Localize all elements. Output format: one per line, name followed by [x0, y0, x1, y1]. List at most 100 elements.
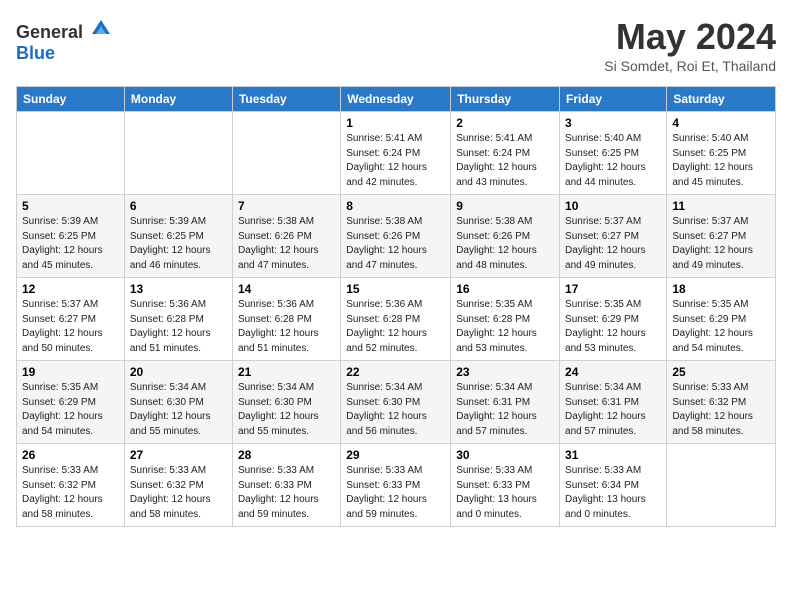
day-number: 23 — [456, 365, 554, 379]
day-number: 16 — [456, 282, 554, 296]
title-block: May 2024 Si Somdet, Roi Et, Thailand — [604, 16, 776, 74]
day-number: 20 — [130, 365, 227, 379]
calendar-cell: 27 Sunrise: 5:33 AM Sunset: 6:32 PM Dayli… — [124, 444, 232, 527]
day-number: 7 — [238, 199, 335, 213]
day-info: Sunrise: 5:34 AM Sunset: 6:30 PM Dayligh… — [130, 381, 227, 439]
weekday-header: Tuesday — [232, 87, 340, 112]
day-number: 27 — [130, 448, 227, 462]
calendar-cell: 18Sunrise: 5:35 AM Sunset: 6:29 PM Dayli… — [667, 278, 776, 361]
logo: General Blue — [16, 16, 112, 64]
day-info: Sunrise: 5:38 AM Sunset: 6:26 PM Dayligh… — [456, 215, 554, 273]
day-info: Sunrise: 5:33 AM Sunset: 6:33 PM Dayligh… — [238, 464, 335, 522]
day-info: Sunrise: 5:37 AM Sunset: 6:27 PM Dayligh… — [565, 215, 661, 273]
day-number: 5 — [22, 199, 119, 213]
logo-general: General — [16, 22, 83, 42]
day-number: 21 — [238, 365, 335, 379]
day-info: Sunrise: 5:34 AM Sunset: 6:30 PM Dayligh… — [346, 381, 445, 439]
calendar-week-row: 5 Sunrise: 5:39 AM Sunset: 6:25 PM Daylig… — [17, 195, 776, 278]
day-number: 10 — [565, 199, 661, 213]
day-number: 4 — [672, 116, 770, 130]
day-number: 25 — [672, 365, 770, 379]
day-number: 17 — [565, 282, 661, 296]
calendar-cell — [17, 112, 125, 195]
day-info: Sunrise: 5:35 AM Sunset: 6:29 PM Dayligh… — [672, 298, 770, 356]
calendar-table: SundayMondayTuesdayWednesdayThursdayFrid… — [16, 86, 776, 527]
logo-icon — [90, 16, 112, 38]
day-number: 13 — [130, 282, 227, 296]
weekday-header: Sunday — [17, 87, 125, 112]
calendar-cell — [124, 112, 232, 195]
day-info: Sunrise: 5:36 AM Sunset: 6:28 PM Dayligh… — [346, 298, 445, 356]
day-info: Sunrise: 5:33 AM Sunset: 6:32 PM Dayligh… — [130, 464, 227, 522]
calendar-cell: 28 Sunrise: 5:33 AM Sunset: 6:33 PM Dayli… — [232, 444, 340, 527]
calendar-cell: 22 Sunrise: 5:34 AM Sunset: 6:30 PM Dayli… — [341, 361, 451, 444]
month-title: May 2024 — [604, 16, 776, 58]
day-number: 6 — [130, 199, 227, 213]
day-info: Sunrise: 5:40 AM Sunset: 6:25 PM Dayligh… — [565, 132, 661, 190]
day-info: Sunrise: 5:37 AM Sunset: 6:27 PM Dayligh… — [672, 215, 770, 273]
day-info: Sunrise: 5:41 AM Sunset: 6:24 PM Dayligh… — [456, 132, 554, 190]
weekday-header: Wednesday — [341, 87, 451, 112]
day-number: 28 — [238, 448, 335, 462]
day-number: 31 — [565, 448, 661, 462]
weekday-header: Thursday — [451, 87, 560, 112]
calendar-week-row: 19Sunrise: 5:35 AM Sunset: 6:29 PM Dayli… — [17, 361, 776, 444]
day-info: Sunrise: 5:33 AM Sunset: 6:32 PM Dayligh… — [672, 381, 770, 439]
day-number: 22 — [346, 365, 445, 379]
logo-blue: Blue — [16, 43, 55, 63]
day-info: Sunrise: 5:33 AM Sunset: 6:33 PM Dayligh… — [346, 464, 445, 522]
day-info: Sunrise: 5:35 AM Sunset: 6:29 PM Dayligh… — [22, 381, 119, 439]
day-number: 12 — [22, 282, 119, 296]
calendar-cell: 9 Sunrise: 5:38 AM Sunset: 6:26 PM Daylig… — [451, 195, 560, 278]
day-info: Sunrise: 5:34 AM Sunset: 6:31 PM Dayligh… — [456, 381, 554, 439]
day-number: 2 — [456, 116, 554, 130]
day-number: 1 — [346, 116, 445, 130]
day-info: Sunrise: 5:38 AM Sunset: 6:26 PM Dayligh… — [238, 215, 335, 273]
day-info: Sunrise: 5:39 AM Sunset: 6:25 PM Dayligh… — [130, 215, 227, 273]
calendar-cell: 8Sunrise: 5:38 AM Sunset: 6:26 PM Daylig… — [341, 195, 451, 278]
calendar-cell: 4 Sunrise: 5:40 AM Sunset: 6:25 PM Daylig… — [667, 112, 776, 195]
day-info: Sunrise: 5:35 AM Sunset: 6:28 PM Dayligh… — [456, 298, 554, 356]
day-info: Sunrise: 5:36 AM Sunset: 6:28 PM Dayligh… — [130, 298, 227, 356]
calendar-cell: 26 Sunrise: 5:33 AM Sunset: 6:32 PM Dayli… — [17, 444, 125, 527]
calendar-cell: 3 Sunrise: 5:40 AM Sunset: 6:25 PM Daylig… — [560, 112, 667, 195]
day-number: 24 — [565, 365, 661, 379]
day-number: 3 — [565, 116, 661, 130]
day-number: 9 — [456, 199, 554, 213]
calendar-cell — [232, 112, 340, 195]
calendar-cell: 21 Sunrise: 5:34 AM Sunset: 6:30 PM Dayli… — [232, 361, 340, 444]
calendar-cell: 23 Sunrise: 5:34 AM Sunset: 6:31 PM Dayli… — [451, 361, 560, 444]
day-info: Sunrise: 5:41 AM Sunset: 6:24 PM Dayligh… — [346, 132, 445, 190]
calendar-cell: 30Sunrise: 5:33 AM Sunset: 6:33 PM Dayli… — [451, 444, 560, 527]
calendar-cell: 25 Sunrise: 5:33 AM Sunset: 6:32 PM Dayli… — [667, 361, 776, 444]
calendar-cell: 10 Sunrise: 5:37 AM Sunset: 6:27 PM Dayli… — [560, 195, 667, 278]
calendar-week-row: 1 Sunrise: 5:41 AM Sunset: 6:24 PM Daylig… — [17, 112, 776, 195]
weekday-header-row: SundayMondayTuesdayWednesdayThursdayFrid… — [17, 87, 776, 112]
day-info: Sunrise: 5:39 AM Sunset: 6:25 PM Dayligh… — [22, 215, 119, 273]
day-info: Sunrise: 5:33 AM Sunset: 6:34 PM Dayligh… — [565, 464, 661, 522]
calendar-cell — [667, 444, 776, 527]
day-number: 26 — [22, 448, 119, 462]
day-number: 8 — [346, 199, 445, 213]
calendar-cell: 19Sunrise: 5:35 AM Sunset: 6:29 PM Dayli… — [17, 361, 125, 444]
day-info: Sunrise: 5:40 AM Sunset: 6:25 PM Dayligh… — [672, 132, 770, 190]
day-info: Sunrise: 5:36 AM Sunset: 6:28 PM Dayligh… — [238, 298, 335, 356]
day-info: Sunrise: 5:34 AM Sunset: 6:31 PM Dayligh… — [565, 381, 661, 439]
calendar-cell: 24 Sunrise: 5:34 AM Sunset: 6:31 PM Dayli… — [560, 361, 667, 444]
calendar-cell: 14Sunrise: 5:36 AM Sunset: 6:28 PM Dayli… — [232, 278, 340, 361]
calendar-cell: 29Sunrise: 5:33 AM Sunset: 6:33 PM Dayli… — [341, 444, 451, 527]
day-info: Sunrise: 5:34 AM Sunset: 6:30 PM Dayligh… — [238, 381, 335, 439]
weekday-header: Saturday — [667, 87, 776, 112]
calendar-cell: 6 Sunrise: 5:39 AM Sunset: 6:25 PM Daylig… — [124, 195, 232, 278]
day-info: Sunrise: 5:37 AM Sunset: 6:27 PM Dayligh… — [22, 298, 119, 356]
page-header: General Blue May 2024 Si Somdet, Roi Et,… — [16, 16, 776, 74]
day-info: Sunrise: 5:33 AM Sunset: 6:32 PM Dayligh… — [22, 464, 119, 522]
location-title: Si Somdet, Roi Et, Thailand — [604, 58, 776, 74]
day-number: 11 — [672, 199, 770, 213]
calendar-cell: 13 Sunrise: 5:36 AM Sunset: 6:28 PM Dayli… — [124, 278, 232, 361]
calendar-cell: 20 Sunrise: 5:34 AM Sunset: 6:30 PM Dayli… — [124, 361, 232, 444]
weekday-header: Monday — [124, 87, 232, 112]
calendar-cell: 17Sunrise: 5:35 AM Sunset: 6:29 PM Dayli… — [560, 278, 667, 361]
calendar-cell: 12 Sunrise: 5:37 AM Sunset: 6:27 PM Dayli… — [17, 278, 125, 361]
day-number: 15 — [346, 282, 445, 296]
